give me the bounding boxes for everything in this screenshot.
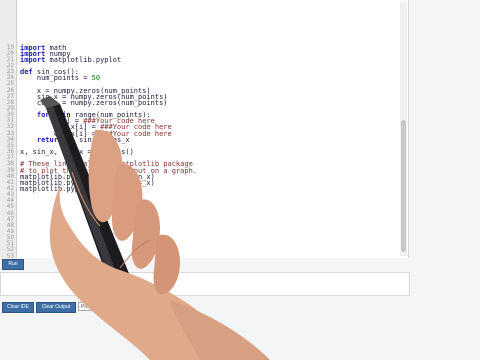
- clear-output-button[interactable]: Clear Output: [36, 302, 76, 313]
- code-editor[interactable]: 19 import math 20 import numpy 21 import matp…: [0, 0, 409, 260]
- bottom-toolbar: Clear IDE Clear Output Pick a sample... …: [0, 300, 480, 314]
- chevron-down-icon: ▾: [160, 304, 163, 310]
- output-panel: [0, 272, 410, 296]
- sample-select[interactable]: Pick a sample... ▾: [78, 302, 166, 311]
- clear-ide-button[interactable]: Clear IDE: [2, 302, 34, 313]
- editor-scrollbar-thumb[interactable]: [401, 120, 406, 252]
- code-line[interactable]: 53: [0, 253, 408, 260]
- sample-select-placeholder: Pick a sample...: [81, 304, 117, 310]
- run-button[interactable]: Run: [2, 259, 24, 270]
